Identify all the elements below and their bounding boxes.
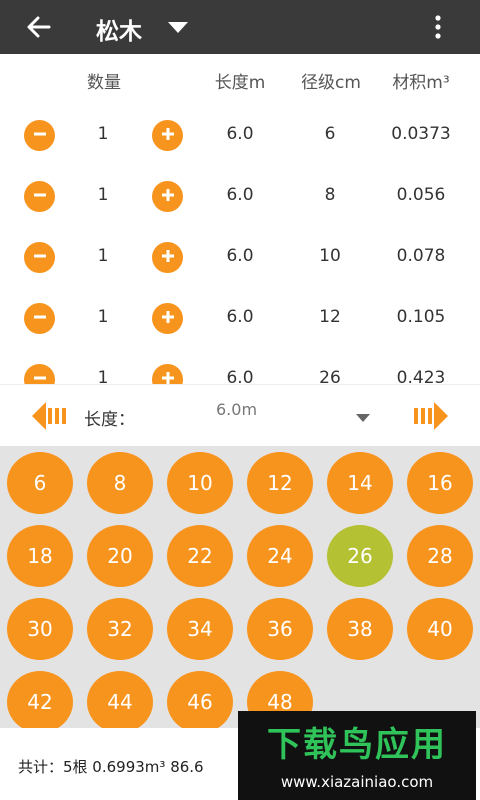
table-header: 数量 长度m 径级cm 材积m³ bbox=[0, 56, 480, 104]
diameter-chip-36[interactable]: 36 bbox=[247, 598, 313, 660]
column-quantity: 数量 bbox=[87, 73, 121, 93]
row-diameter: 6 bbox=[324, 124, 336, 144]
plus-icon bbox=[159, 186, 177, 208]
wood-type-title[interactable]: 松木 bbox=[96, 12, 142, 46]
diameter-chip-22[interactable]: 22 bbox=[167, 525, 233, 587]
row-volume: 0.078 bbox=[396, 246, 446, 266]
increase-quantity-button[interactable] bbox=[152, 181, 183, 212]
decrease-quantity-button[interactable] bbox=[24, 242, 55, 273]
log-row: 1 6.0 12 0.105 bbox=[0, 288, 480, 349]
row-length: 6.0 bbox=[226, 185, 254, 205]
log-row: 1 6.0 10 0.078 bbox=[0, 227, 480, 288]
total-summary: 共计：5根 0.6993m³ 86.6 bbox=[18, 758, 204, 776]
row-diameter: 26 bbox=[319, 368, 341, 384]
plus-icon bbox=[159, 247, 177, 269]
diameter-chip-32[interactable]: 32 bbox=[87, 598, 153, 660]
length-dropdown-value[interactable]: 6.0m bbox=[216, 400, 257, 419]
diameter-chip-12[interactable]: 12 bbox=[247, 452, 313, 514]
diameter-chip-14[interactable]: 14 bbox=[327, 452, 393, 514]
minus-icon bbox=[31, 308, 49, 330]
row-length: 6.0 bbox=[226, 124, 254, 144]
watermark-url: www.xiazainiao.com bbox=[280, 773, 434, 791]
app-bar: 松木 bbox=[0, 0, 480, 54]
diameter-chip-46[interactable]: 46 bbox=[167, 671, 233, 728]
column-diameter: 径级cm bbox=[301, 73, 361, 93]
diameter-chip-42[interactable]: 42 bbox=[7, 671, 73, 728]
row-quantity: 1 bbox=[97, 246, 109, 266]
decrease-quantity-button[interactable] bbox=[24, 181, 55, 212]
row-volume: 0.105 bbox=[396, 307, 446, 327]
diameter-chip-10[interactable]: 10 bbox=[167, 452, 233, 514]
minus-icon bbox=[31, 125, 49, 147]
diameter-chip-28[interactable]: 28 bbox=[407, 525, 473, 587]
row-quantity: 1 bbox=[97, 185, 109, 205]
log-row: 1 6.0 8 0.056 bbox=[0, 166, 480, 227]
length-label: 长度： bbox=[84, 410, 135, 430]
row-quantity: 1 bbox=[97, 368, 109, 384]
row-length: 6.0 bbox=[226, 368, 254, 384]
length-selector-bar: 长度： 6.0m bbox=[0, 384, 480, 446]
diameter-chip-30[interactable]: 30 bbox=[7, 598, 73, 660]
column-length: 长度m bbox=[214, 73, 266, 93]
diameter-chip-18[interactable]: 18 bbox=[7, 525, 73, 587]
more-options-icon[interactable] bbox=[426, 12, 450, 42]
diameter-chip-16[interactable]: 16 bbox=[407, 452, 473, 514]
log-list[interactable]: 1 6.0 6 0.0373 1 6.0 8 0.056 1 6.0 10 0.078 1 6.0 12 0.… bbox=[0, 104, 480, 384]
log-row: 1 6.0 6 0.0373 bbox=[0, 105, 480, 166]
row-volume: 0.056 bbox=[396, 185, 446, 205]
decrease-quantity-button[interactable] bbox=[24, 120, 55, 151]
watermark-text: 下载鸟应用 bbox=[267, 725, 447, 765]
row-quantity: 1 bbox=[97, 124, 109, 144]
minus-icon bbox=[31, 369, 49, 385]
row-diameter: 8 bbox=[324, 185, 336, 205]
row-volume: 0.423 bbox=[396, 368, 446, 384]
dropdown-caret-icon[interactable] bbox=[166, 15, 190, 39]
row-diameter: 10 bbox=[319, 246, 341, 266]
diameter-chip-38[interactable]: 38 bbox=[327, 598, 393, 660]
previous-length-arrow-icon[interactable] bbox=[32, 402, 70, 430]
next-length-arrow-icon[interactable] bbox=[410, 402, 448, 430]
decrease-quantity-button[interactable] bbox=[24, 364, 55, 384]
diameter-chip-20[interactable]: 20 bbox=[87, 525, 153, 587]
diameter-chip-6[interactable]: 6 bbox=[7, 452, 73, 514]
plus-icon bbox=[159, 308, 177, 330]
diameter-chip-40[interactable]: 40 bbox=[407, 598, 473, 660]
plus-icon bbox=[159, 369, 177, 385]
diameter-chip-26[interactable]: 26 bbox=[327, 525, 393, 587]
row-length: 6.0 bbox=[226, 246, 254, 266]
increase-quantity-button[interactable] bbox=[152, 242, 183, 273]
diameter-chip-24[interactable]: 24 bbox=[247, 525, 313, 587]
row-length: 6.0 bbox=[226, 307, 254, 327]
diameter-chip-34[interactable]: 34 bbox=[167, 598, 233, 660]
row-volume: 0.0373 bbox=[391, 124, 451, 144]
back-arrow-icon[interactable] bbox=[22, 10, 56, 44]
increase-quantity-button[interactable] bbox=[152, 303, 183, 334]
log-row: 1 6.0 26 0.423 bbox=[0, 349, 480, 384]
row-diameter: 12 bbox=[319, 307, 341, 327]
increase-quantity-button[interactable] bbox=[152, 364, 183, 384]
minus-icon bbox=[31, 247, 49, 269]
decrease-quantity-button[interactable] bbox=[24, 303, 55, 334]
diameter-chip-8[interactable]: 8 bbox=[87, 452, 153, 514]
watermark-badge: 下载鸟应用 www.xiazainiao.com bbox=[238, 711, 476, 800]
increase-quantity-button[interactable] bbox=[152, 120, 183, 151]
column-volume: 材积m³ bbox=[392, 73, 450, 93]
plus-icon bbox=[159, 125, 177, 147]
row-quantity: 1 bbox=[97, 307, 109, 327]
minus-icon bbox=[31, 186, 49, 208]
diameter-chip-44[interactable]: 44 bbox=[87, 671, 153, 728]
diameter-grid: 6 8 10 12 14 16 18 20 22 24 26 28 30 32 34 36 38 40 42 44 46… bbox=[0, 446, 480, 728]
length-dropdown-caret-icon[interactable] bbox=[356, 413, 370, 423]
